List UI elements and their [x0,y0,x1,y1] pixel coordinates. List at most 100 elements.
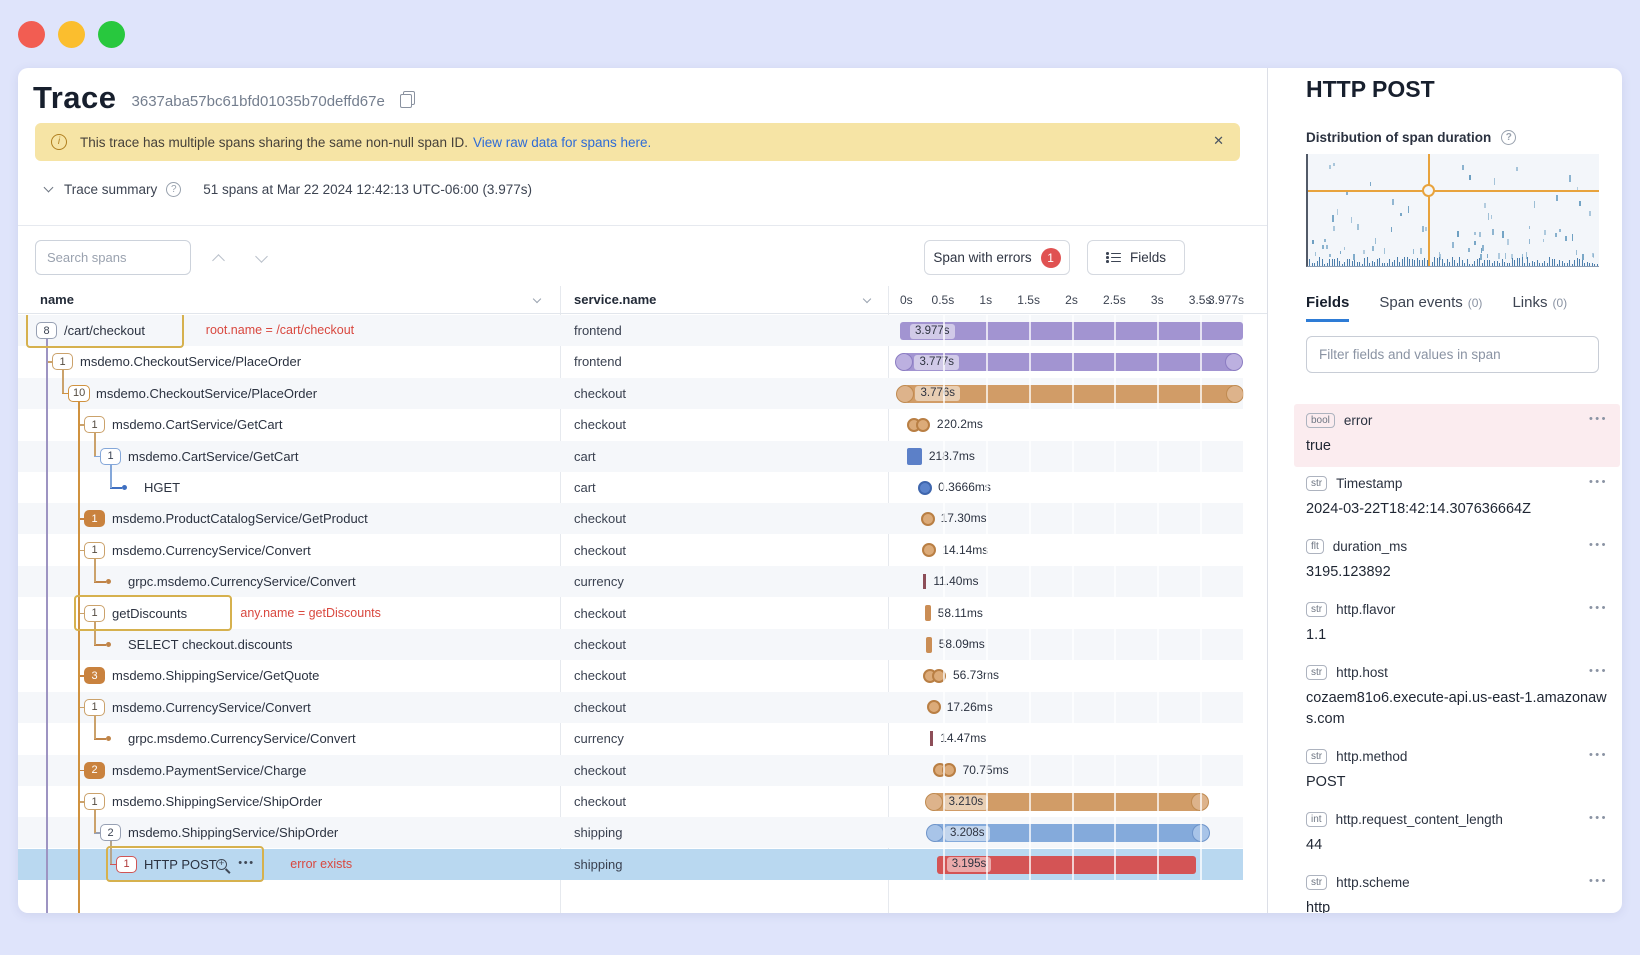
span-name[interactable]: msdemo.ProductCatalogService/GetProduct [112,503,368,534]
span-with-errors-button[interactable]: Span with errors 1 [924,240,1070,275]
help-icon[interactable] [1501,130,1516,145]
child-count-badge[interactable]: 2 [100,824,121,841]
span-row[interactable]: 1 msdemo.ProductCatalogService/GetProduct… [18,503,1243,534]
span-row[interactable]: 2msdemo.PaymentService/Chargecheckout70.… [18,755,1243,786]
span-name[interactable]: grpc.msdemo.CurrencyService/Convert [128,566,356,597]
span-name[interactable]: msdemo.PaymentService/Charge [112,755,306,786]
filter-fields-input[interactable] [1306,336,1599,373]
duration-bar[interactable]: 3.208s [935,824,1201,842]
duration-bar[interactable]: 3.777s [904,353,1234,371]
minimize-traffic-light[interactable] [58,21,85,48]
scatter-mark [1555,233,1557,237]
search-input[interactable] [35,240,191,275]
chevron-down-icon[interactable] [44,183,54,193]
span-row[interactable]: 1msdemo.CartService/GetCartcart218.7ms [18,441,1243,472]
span-marker[interactable] [918,481,932,495]
span-marker[interactable] [925,605,931,621]
chevron-up-icon[interactable] [212,254,225,267]
span-name[interactable]: msdemo.CurrencyService/Convert [112,692,311,723]
span-name[interactable]: msdemo.CurrencyService/Convert [112,535,311,566]
span-row[interactable]: 1HTTP POSTerror existsshipping3.195s [18,849,1243,880]
span-row[interactable]: SELECT checkout.discountscheckout58.09ms [18,629,1243,660]
span-name[interactable]: msdemo.ShippingService/ShipOrder [128,817,338,848]
span-name[interactable]: msdemo.CartService/GetCart [128,441,299,472]
span-row[interactable]: 1msdemo.ShippingService/ShipOrdercheckou… [18,786,1243,817]
help-icon[interactable] [166,182,181,197]
tree-connector [94,581,106,583]
more-options-icon[interactable] [238,849,254,880]
span-marker[interactable] [923,574,926,589]
span-row[interactable]: 10msdemo.CheckoutService/PlaceOrdercheck… [18,378,1243,409]
span-marker[interactable] [922,543,936,557]
child-count-badge[interactable]: 1 [84,510,105,527]
child-count-badge[interactable]: 1 [52,353,73,370]
zoom-in-icon[interactable] [216,859,227,870]
span-start-marker [926,824,944,842]
span-marker[interactable] [930,731,933,746]
span-row[interactable]: 1 msdemo.CheckoutService/PlaceOrder fronte… [18,346,1243,377]
span-marker[interactable] [916,418,930,432]
duration-bar[interactable]: 3.776s [905,385,1235,403]
copy-icon[interactable] [400,94,412,108]
child-count-badge[interactable]: 1 [100,448,121,465]
sort-chevron-icon[interactable] [533,295,541,303]
span-row[interactable]: 2msdemo.ShippingService/ShipOrdershippin… [18,817,1243,848]
span-row[interactable]: 1msdemo.CartService/GetCartcheckout220.2… [18,409,1243,440]
span-name[interactable]: msdemo.CheckoutService/PlaceOrder [96,378,317,409]
span-name[interactable]: SELECT checkout.discounts [128,629,293,660]
more-options-icon[interactable] [1589,476,1608,488]
span-row[interactable]: 1msdemo.CurrencyService/Convertcheckout1… [18,535,1243,566]
more-options-icon[interactable] [1589,539,1608,551]
child-count-badge[interactable]: 1 [84,542,105,559]
histogram-bar [1484,260,1485,266]
more-options-icon[interactable] [1589,413,1608,425]
span-name[interactable]: msdemo.ShippingService/GetQuote [112,660,319,691]
banner-link[interactable]: View raw data for spans here. [473,135,651,150]
service-name: frontend [574,346,622,377]
span-name[interactable]: HGET [144,472,180,503]
tab-span-events[interactable]: Span events(0) [1379,294,1482,322]
timeline-tick-label: 2s [1065,293,1078,307]
span-row[interactable]: HGETcart0.3666ms [18,472,1243,503]
column-header-service[interactable]: service.name [574,292,656,307]
column-header-name[interactable]: name [40,292,74,307]
span-marker[interactable] [926,637,932,653]
child-count-badge[interactable]: 2 [84,762,105,779]
span-marker[interactable] [907,448,922,465]
child-count-badge[interactable]: 1 [84,416,105,433]
more-options-icon[interactable] [1589,875,1608,887]
trace-summary-row[interactable]: Trace summary 51 spans at Mar 22 2024 12… [45,182,532,197]
span-row[interactable]: 3msdemo.ShippingService/GetQuotecheckout… [18,660,1243,691]
tab-links[interactable]: Links(0) [1512,294,1567,322]
duration-bar[interactable]: 3.210s [934,793,1201,811]
span-name[interactable]: msdemo.CheckoutService/PlaceOrder [80,346,301,377]
close-traffic-light[interactable] [18,21,45,48]
fields-button[interactable]: Fields [1087,240,1185,275]
child-count-badge[interactable]: 1 [84,793,105,810]
span-name[interactable]: msdemo.CartService/GetCart [112,409,283,440]
span-name[interactable]: grpc.msdemo.CurrencyService/Convert [128,723,356,754]
more-options-icon[interactable] [1589,812,1608,824]
histogram-bar [1334,259,1335,266]
tab-fields[interactable]: Fields [1306,294,1349,322]
span-marker[interactable] [921,512,935,526]
duration-distribution-chart[interactable] [1306,154,1599,267]
maximize-traffic-light[interactable] [98,21,125,48]
span-row[interactable]: 8/cart/checkoutroot.name = /cart/checkou… [18,315,1243,346]
more-options-icon[interactable] [1589,602,1608,614]
close-icon[interactable] [1213,133,1224,149]
span-row[interactable]: 1getDiscountsany.name = getDiscountschec… [18,598,1243,629]
child-count-badge[interactable]: 3 [84,667,105,684]
span-row[interactable]: grpc.msdemo.CurrencyService/Convertcurre… [18,566,1243,597]
more-options-icon[interactable] [1589,749,1608,761]
chevron-down-icon[interactable] [255,250,268,263]
child-count-badge[interactable]: 1 [84,699,105,716]
child-count-badge[interactable]: 10 [68,385,90,402]
span-name[interactable]: msdemo.ShippingService/ShipOrder [112,786,322,817]
sort-chevron-icon[interactable] [863,295,871,303]
span-start-marker [925,793,943,811]
span-row[interactable]: grpc.msdemo.CurrencyService/Convertcurre… [18,723,1243,754]
more-options-icon[interactable] [1589,665,1608,677]
span-marker[interactable] [927,700,941,714]
span-row[interactable]: 1msdemo.CurrencyService/Convertcheckout1… [18,692,1243,723]
